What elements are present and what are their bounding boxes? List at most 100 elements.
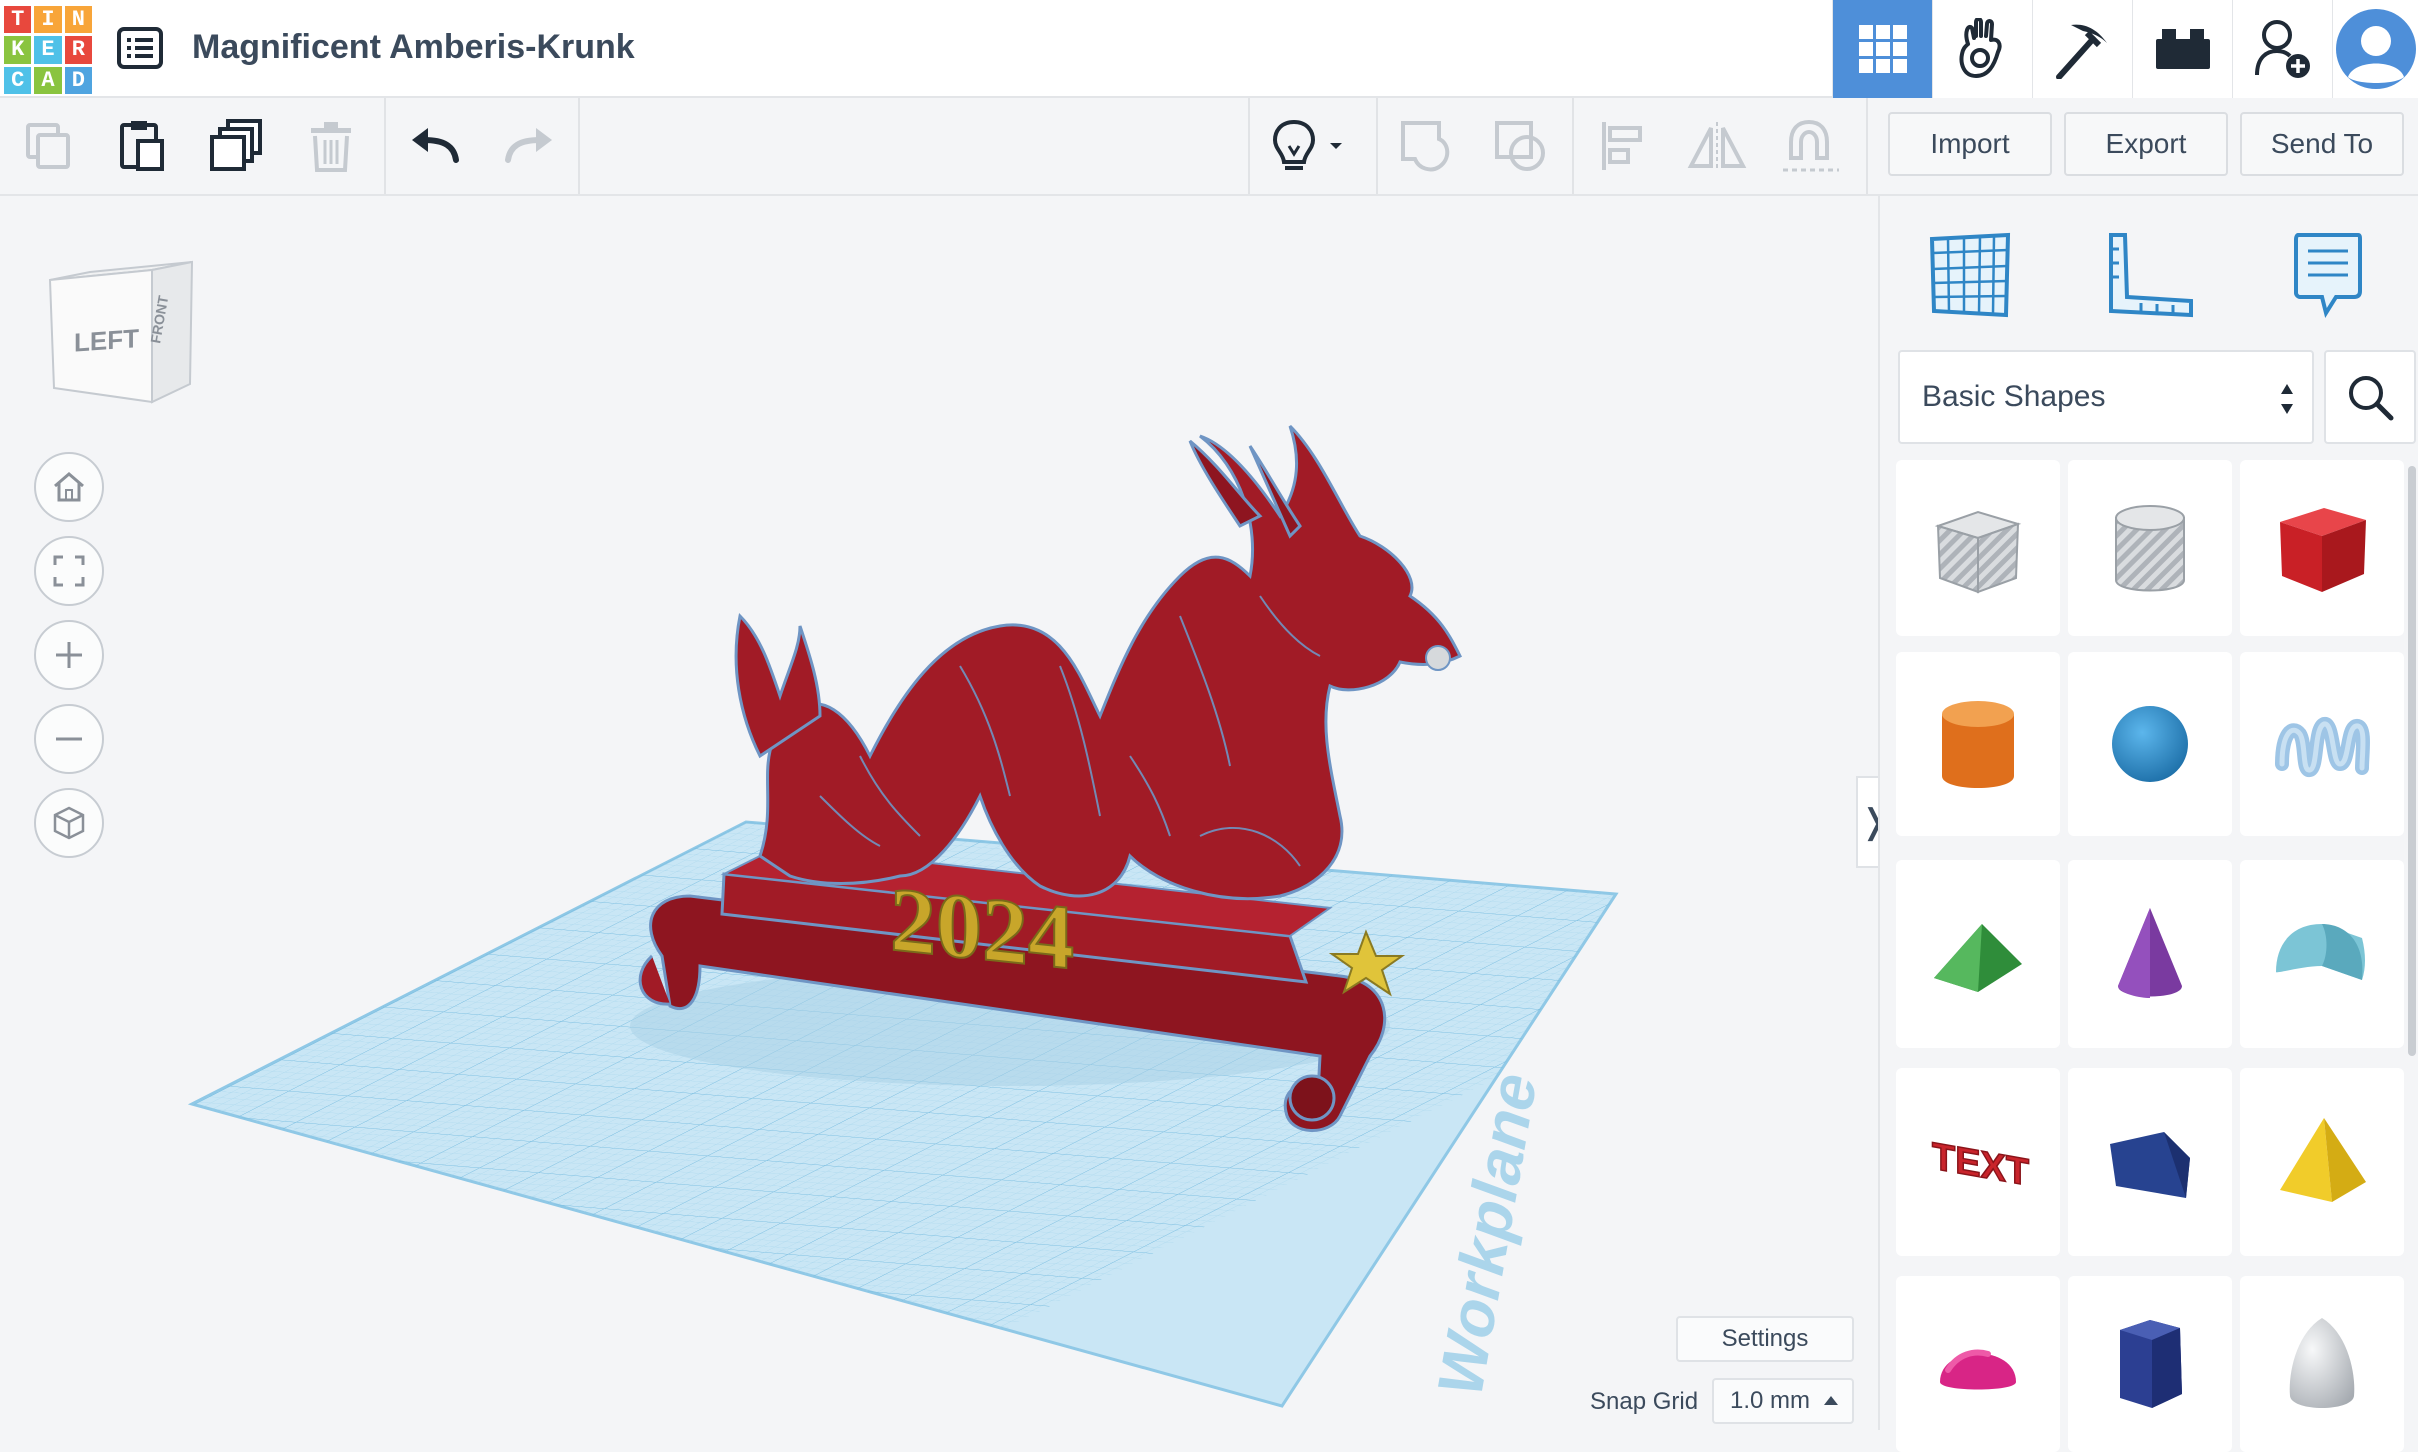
user-avatar-button[interactable] bbox=[2332, 0, 2418, 98]
bricks-icon bbox=[2155, 29, 2210, 69]
duplicate-button[interactable] bbox=[190, 98, 284, 194]
home-view-button[interactable] bbox=[34, 452, 104, 522]
shape-tile-paraboloid[interactable] bbox=[2240, 1276, 2404, 1452]
wedge-icon bbox=[2110, 1132, 2190, 1198]
workplane-grid-icon bbox=[1929, 232, 2011, 318]
duplicate-icon bbox=[210, 119, 262, 171]
shape-tile-cylinder-hole[interactable] bbox=[2068, 460, 2232, 636]
shape-tile-box[interactable] bbox=[2240, 460, 2404, 636]
copy-icon bbox=[26, 123, 70, 169]
workplane-tool-button[interactable] bbox=[1910, 220, 2030, 330]
perspective-toggle-button[interactable] bbox=[34, 788, 104, 858]
shape-tile-half-sphere[interactable] bbox=[1896, 1276, 2060, 1452]
redo-icon bbox=[505, 128, 552, 163]
logo-letter: A bbox=[34, 66, 62, 94]
toolbar: Import Export Send To bbox=[0, 98, 2418, 196]
group-button[interactable] bbox=[1380, 98, 1474, 194]
logo-letter: K bbox=[4, 36, 32, 64]
redo-button[interactable] bbox=[482, 98, 576, 194]
dragon-model[interactable]: 2024 bbox=[630, 424, 1463, 1132]
settings-button[interactable]: Settings bbox=[1676, 1316, 1854, 1362]
notes-tool-button[interactable] bbox=[2268, 220, 2388, 330]
3d-scene: Workplane 2024 bbox=[187, 424, 1619, 1408]
zoom-in-button[interactable] bbox=[34, 620, 104, 690]
send-to-button[interactable]: Send To bbox=[2240, 112, 2404, 176]
delete-button[interactable] bbox=[284, 98, 378, 194]
tinkercad-logo[interactable]: TIN KER CAD bbox=[4, 6, 92, 94]
magnet-icon bbox=[1783, 119, 1839, 172]
minus-icon bbox=[56, 737, 82, 741]
undo-icon bbox=[412, 128, 459, 163]
search-icon bbox=[2349, 376, 2394, 421]
logo-letter: T bbox=[4, 6, 32, 34]
3d-design-button[interactable] bbox=[1832, 0, 1932, 98]
shape-tile-roof[interactable] bbox=[1896, 860, 2060, 1048]
shape-tile-polygon[interactable] bbox=[2068, 1276, 2232, 1452]
paste-icon bbox=[120, 121, 164, 171]
shape-tile-box-hole[interactable] bbox=[1896, 460, 2060, 636]
ungroup-icon bbox=[1495, 121, 1545, 171]
snap-grid-select[interactable]: 1.0 mm bbox=[1712, 1378, 1854, 1424]
text-icon: TEXT bbox=[1931, 1134, 2030, 1195]
bricks-button[interactable] bbox=[2132, 0, 2232, 98]
import-button[interactable]: Import bbox=[1888, 112, 2052, 176]
workspace-canvas[interactable]: Workplane 2024 LEFT FRONT Settings Snap … bbox=[0, 196, 1876, 1430]
undo-button[interactable] bbox=[388, 98, 482, 194]
sphere-icon bbox=[2112, 706, 2188, 782]
ungroup-button[interactable] bbox=[1474, 98, 1568, 194]
design-list-button[interactable] bbox=[112, 22, 168, 74]
list-icon bbox=[117, 27, 163, 69]
user-avatar-icon bbox=[2335, 9, 2416, 89]
shape-tile-scribble[interactable] bbox=[2240, 652, 2404, 836]
export-button[interactable]: Export bbox=[2064, 112, 2228, 176]
snap-grid-label: Snap Grid bbox=[1590, 1388, 1699, 1415]
codeblocks-button[interactable] bbox=[2032, 0, 2132, 98]
view-cube-left-label: LEFT bbox=[74, 323, 139, 358]
zoom-out-button[interactable] bbox=[34, 704, 104, 774]
note-icon bbox=[2294, 233, 2362, 319]
top-bar: TIN KER CAD Magnificent Amberis-Krunk bbox=[0, 0, 2418, 98]
logo-letter: I bbox=[34, 6, 62, 34]
cruise-magnet-button[interactable] bbox=[1764, 98, 1858, 194]
fit-view-button[interactable] bbox=[34, 536, 104, 606]
mirror-button[interactable] bbox=[1670, 98, 1764, 194]
polygon-icon bbox=[2120, 1320, 2182, 1408]
sort-arrows-icon bbox=[2281, 384, 2293, 414]
copy-button[interactable] bbox=[2, 98, 96, 194]
shape-category-select[interactable]: Basic Shapes bbox=[1898, 350, 2314, 444]
paste-button[interactable] bbox=[96, 98, 190, 194]
plus-icon bbox=[56, 642, 82, 668]
pyramid-icon bbox=[2280, 1118, 2366, 1202]
svg-text:TEXT: TEXT bbox=[1932, 1135, 2029, 1195]
shape-tile-wedge[interactable] bbox=[2068, 1068, 2232, 1256]
ruler-tool-button[interactable] bbox=[2090, 220, 2210, 330]
3d-design-grid-icon bbox=[1858, 25, 1907, 73]
invite-user-button[interactable] bbox=[2232, 0, 2332, 98]
cube-icon bbox=[53, 806, 85, 840]
cylinder-icon bbox=[1942, 701, 2014, 788]
shapes-panel: Basic Shapes TEXT bbox=[1878, 196, 2418, 1452]
shape-tile-cone[interactable] bbox=[2068, 860, 2232, 1048]
align-icon bbox=[1602, 122, 1642, 170]
shape-tile-pyramid[interactable] bbox=[2240, 1068, 2404, 1256]
panel-scrollbar[interactable] bbox=[2408, 466, 2416, 1056]
design-title[interactable]: Magnificent Amberis-Krunk bbox=[192, 28, 635, 67]
add-user-icon bbox=[2254, 20, 2310, 78]
notes-toggle-button[interactable] bbox=[1252, 98, 1362, 194]
chevron-down-icon bbox=[1330, 143, 1342, 149]
logo-letter: C bbox=[4, 66, 32, 94]
box-icon bbox=[2280, 508, 2366, 592]
shape-search-button[interactable] bbox=[2324, 350, 2416, 444]
align-button[interactable] bbox=[1576, 98, 1670, 194]
view-cube[interactable]: LEFT FRONT bbox=[40, 252, 210, 437]
circuits-button[interactable] bbox=[1932, 0, 2032, 98]
mirror-icon bbox=[1687, 122, 1747, 170]
home-icon bbox=[54, 472, 84, 502]
shape-category-label: Basic Shapes bbox=[1922, 380, 2106, 413]
shape-tile-cylinder[interactable] bbox=[1896, 652, 2060, 836]
shape-tile-text[interactable]: TEXT bbox=[1896, 1068, 2060, 1256]
view-cube-graphic: LEFT FRONT bbox=[48, 260, 194, 404]
shape-tile-sphere[interactable] bbox=[2068, 652, 2232, 836]
shape-tile-round-roof[interactable] bbox=[2240, 860, 2404, 1048]
snap-grid-value: 1.0 mm bbox=[1730, 1387, 1811, 1414]
